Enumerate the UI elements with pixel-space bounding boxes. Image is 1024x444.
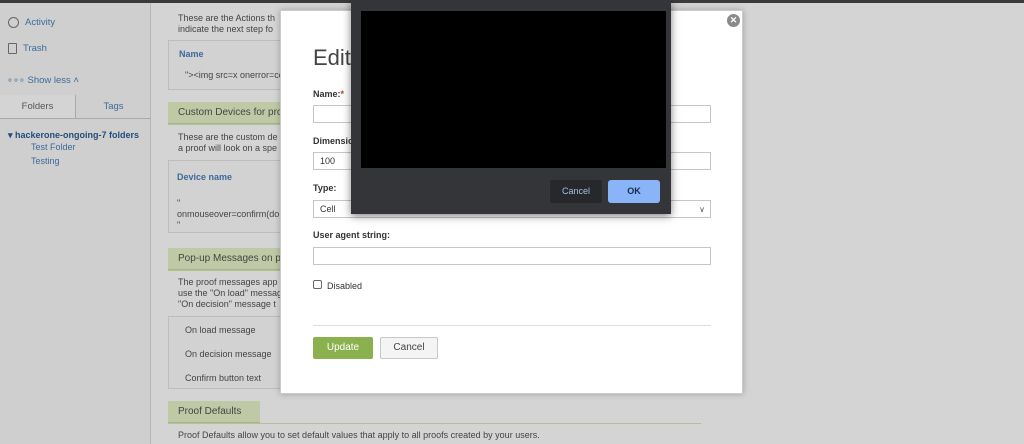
section-divider [168, 124, 296, 125]
cancel-button[interactable]: Cancel [380, 337, 438, 359]
folder-tabs: Folders Tags [0, 95, 151, 119]
popup-text-1: The proof messages app [178, 277, 278, 287]
folder-item-testing[interactable]: Testing [31, 156, 60, 166]
user-agent-label: User agent string: [313, 230, 391, 240]
table-row-confirm-text: Confirm button text [185, 373, 262, 383]
sidebar: Activity Trash ∘∘∘ Show less ˄ Folders T… [0, 3, 151, 444]
disabled-checkbox[interactable] [313, 280, 322, 289]
table-row-on-decision: On decision message [185, 349, 272, 359]
name-label: Name:* [313, 89, 344, 99]
popup-table: On load message On decision message Conf… [168, 316, 296, 389]
confirm-dialog: Cancel OK [351, 0, 671, 214]
proof-defaults-text: Proof Defaults allow you to set default … [178, 430, 540, 440]
type-label: Type: [313, 183, 337, 193]
modal-divider [313, 325, 711, 326]
folder-item-test-folder[interactable]: Test Folder [31, 142, 76, 152]
required-mark: * [340, 89, 345, 99]
dimension-label: Dimensio [313, 136, 354, 146]
user-agent-field[interactable] [313, 247, 711, 265]
dialog-content-area [361, 11, 666, 168]
tab-tags[interactable]: Tags [76, 95, 151, 118]
table-cell: " [177, 198, 181, 208]
popup-text-3: "On decision" message t [178, 299, 276, 309]
popup-text-2: use the "On load" messag [178, 288, 282, 298]
sidebar-item-label: Trash [23, 43, 47, 54]
name-label-text: Name: [313, 89, 341, 99]
table-cell: onmouseover=confirm(do [177, 209, 280, 219]
custom-devices-text-2: a proof will look on a spe [178, 143, 278, 153]
sidebar-item-label: Activity [25, 17, 56, 28]
dialog-cancel-button[interactable]: Cancel [550, 180, 602, 203]
type-select-value: Cell [320, 204, 336, 214]
section-proof-defaults: Proof Defaults [168, 401, 260, 423]
tab-folders[interactable]: Folders [0, 95, 76, 118]
table-header-name: Name [179, 49, 204, 59]
devices-table: Device name " onmouseover=confirm(do " [168, 160, 296, 233]
table-header-device-name: Device name [177, 172, 233, 182]
actions-table: Name "><img src=x onerror=co [168, 40, 296, 90]
chevron-down-icon: ∨ [699, 205, 705, 214]
close-icon[interactable]: ✕ [727, 14, 740, 27]
table-cell: " [177, 220, 181, 230]
show-less-toggle[interactable]: ∘∘∘ Show less ˄ [7, 75, 79, 86]
table-cell: "><img src=x onerror=co [185, 70, 284, 80]
dialog-ok-button[interactable]: OK [608, 180, 660, 203]
clock-icon [8, 17, 19, 28]
modal-title: Edit [313, 45, 351, 70]
section-custom-devices: Custom Devices for pro [168, 102, 296, 124]
sidebar-item-trash[interactable]: Trash [8, 43, 47, 54]
folder-root[interactable]: ▾ hackerone-ongoing-7 folders [8, 130, 139, 141]
trash-icon [8, 43, 17, 54]
section-divider [168, 270, 296, 271]
actions-text-2: indicate the next step fo [178, 24, 274, 34]
custom-devices-text-1: These are the custom de [178, 132, 278, 142]
actions-text-1: These are the Actions th [178, 13, 276, 23]
section-popup-messages: Pop-up Messages on p [168, 248, 296, 270]
section-divider [168, 423, 701, 424]
update-button[interactable]: Update [313, 337, 373, 359]
table-row-on-load: On load message [185, 325, 256, 335]
sidebar-item-activity[interactable]: Activity [8, 17, 55, 28]
disabled-label: Disabled [327, 281, 363, 291]
